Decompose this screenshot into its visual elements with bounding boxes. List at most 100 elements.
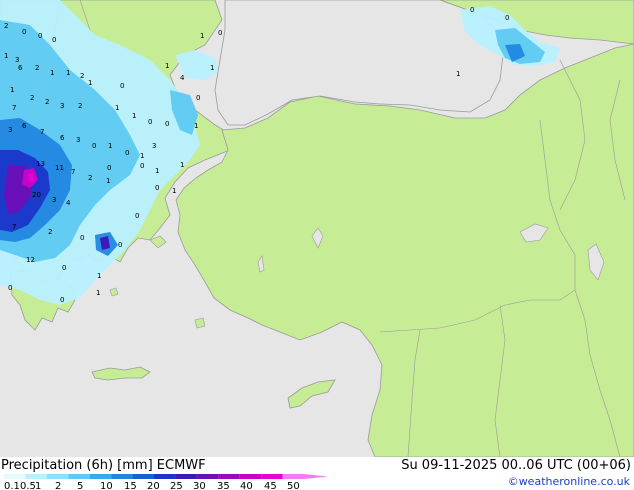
- legend-footer: Precipitation (6h) [mm] ECMWF Su 09-11-2…: [0, 457, 634, 490]
- map-title: Precipitation (6h) [mm] ECMWF: [1, 458, 206, 473]
- precip-value: 0: [218, 29, 222, 37]
- precip-value: 3: [8, 126, 12, 134]
- precip-value: 3: [152, 142, 156, 150]
- legend-label: 15: [124, 481, 137, 490]
- precip-value: 0: [120, 82, 124, 90]
- precip-value: 3: [60, 102, 64, 110]
- precip-value: 7: [12, 104, 16, 112]
- legend-label: 0.1: [4, 481, 20, 490]
- precip-value: 13: [36, 160, 45, 168]
- precip-value: 1: [97, 272, 101, 280]
- legend-label: 50: [287, 481, 300, 490]
- legend-label: 1: [35, 481, 41, 490]
- precip-value: 1: [180, 161, 184, 169]
- precip-value: 2: [88, 174, 92, 182]
- precip-value: 1: [194, 122, 198, 130]
- precip-value: 0: [38, 32, 42, 40]
- legend-swatch: [89, 474, 112, 479]
- precip-value: 20: [32, 191, 41, 199]
- precip-value: 0: [80, 234, 84, 242]
- legend-swatch: [68, 474, 90, 479]
- precip-value: 3: [15, 56, 19, 64]
- precip-value: 2: [78, 102, 82, 110]
- precip-value: 2: [30, 94, 34, 102]
- precip-value: 3: [52, 196, 56, 204]
- precip-value: 1: [108, 142, 112, 150]
- legend-label: 45: [264, 481, 277, 490]
- legend-swatch: [111, 474, 133, 479]
- precip-value: 1: [4, 52, 8, 60]
- legend-label: 35: [217, 481, 230, 490]
- legend-label: 5: [77, 481, 83, 490]
- legend-label: 30: [193, 481, 206, 490]
- precip-value: 0: [148, 118, 152, 126]
- precip-value: 7: [12, 223, 16, 231]
- precip-value: 1: [132, 112, 136, 120]
- legend-swatch: [4, 474, 26, 479]
- legend-label: 0.5: [20, 481, 36, 490]
- legend-swatch: [282, 474, 304, 479]
- precip-value: 0: [155, 184, 159, 192]
- precip-value: 1: [96, 289, 100, 297]
- precip-value: 1: [88, 79, 92, 87]
- legend-swatch: [25, 474, 47, 479]
- credit-link[interactable]: ©weatheronline.co.uk: [508, 475, 630, 488]
- precip-value: 1: [456, 70, 460, 78]
- precip-value: 1: [50, 69, 54, 77]
- precip-value: 0: [22, 28, 26, 36]
- precip-value: 7: [40, 128, 44, 136]
- legend-label: 10: [100, 481, 113, 490]
- precip-value: 2: [80, 72, 84, 80]
- precip-value: 1: [106, 177, 110, 185]
- land-island-c: [194, 317, 206, 329]
- precip-value: 0: [60, 296, 64, 304]
- precip-value: 0: [92, 142, 96, 150]
- precip-value: 2: [35, 64, 39, 72]
- precip-value: 0: [8, 284, 12, 292]
- precip-value: 0: [125, 149, 129, 157]
- legend-swatch: [218, 474, 240, 479]
- legend-swatch: [261, 474, 283, 479]
- precip-value: 6: [22, 122, 27, 130]
- legend-swatch: [175, 474, 197, 479]
- precip-value: 2: [4, 22, 8, 30]
- map-canvas: 20 0 01 36 212171 22 3 263 76 3013 11 72 1203 4720120…: [0, 0, 634, 457]
- legend-arrow: [304, 474, 328, 479]
- precip-value: 0: [52, 36, 56, 44]
- precip-value: 2: [48, 228, 52, 236]
- precip-value: 0: [118, 241, 122, 249]
- precip-value: 3: [76, 136, 80, 144]
- precip-value: 0: [165, 120, 169, 128]
- precip-value: 4: [180, 74, 185, 82]
- legend-swatch: [196, 474, 219, 479]
- color-scale: 0.1 0.5 1 2 5 10 15 20 25 30 35 40 45 50: [4, 474, 328, 490]
- precip-value: 1: [66, 69, 70, 77]
- precipitation-map: 2 0 0 0 1 3 6 2 1 2 1 7 1 2 2 3 2 6 3 7 6 3 0 13 11 7 2 1 20 3 4 7 2 0 12 0…: [0, 0, 634, 457]
- legend-swatch: [239, 474, 262, 479]
- precip-value: 1: [200, 32, 204, 40]
- precip-value: 1: [10, 86, 14, 94]
- precip-value: 7: [71, 168, 75, 176]
- precip-value: 0: [470, 6, 474, 14]
- precip-value: 0: [505, 14, 509, 22]
- precip-value: 1: [210, 64, 214, 72]
- precip-value: 1: [140, 152, 144, 160]
- precip-value: 11: [55, 164, 64, 172]
- precip-value: 1: [165, 62, 169, 70]
- legend-swatch: [46, 474, 69, 479]
- precip-value: 6: [18, 64, 23, 72]
- precip-value: 0: [196, 94, 200, 102]
- precip-value: 0: [62, 264, 66, 272]
- precip-value: 0: [135, 212, 139, 220]
- legend-label: 20: [147, 481, 160, 490]
- precip-value: 1: [155, 167, 159, 175]
- legend-label: 2: [55, 481, 61, 490]
- precip-value: 12: [26, 256, 35, 264]
- precip-value: 4: [66, 199, 71, 207]
- precip-value: 0: [107, 164, 111, 172]
- precip-value: 1: [115, 104, 119, 112]
- precip-value: 6: [60, 134, 65, 142]
- valid-time: Su 09-11-2025 00..06 UTC (00+06): [401, 458, 631, 473]
- legend-label: 40: [240, 481, 253, 490]
- precip-value: 2: [45, 98, 49, 106]
